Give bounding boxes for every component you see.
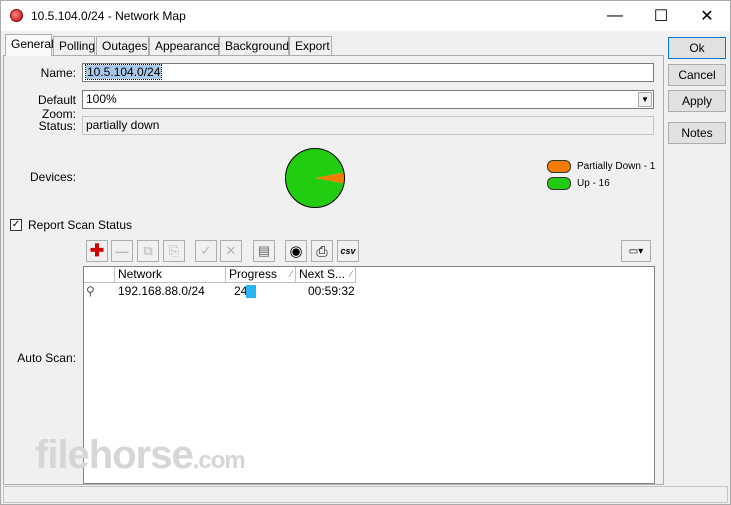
- notes-button[interactable]: Notes: [668, 122, 726, 144]
- cross-icon[interactable]: ✕: [220, 240, 242, 262]
- columns-menu-icon[interactable]: ▭▾: [621, 240, 651, 262]
- cancel-button[interactable]: Cancel: [668, 64, 726, 86]
- csv-icon[interactable]: csv: [337, 240, 359, 262]
- print-icon[interactable]: ⎙: [311, 240, 333, 262]
- tab-appearance[interactable]: Appearance: [149, 36, 220, 55]
- status-field: partially down: [82, 116, 654, 135]
- tab-outages[interactable]: Outages: [96, 36, 149, 55]
- chevron-down-icon[interactable]: ▼: [638, 92, 652, 107]
- comment-icon[interactable]: ▤: [253, 240, 275, 262]
- add-icon[interactable]: ✚: [86, 240, 108, 262]
- title-bar: 10.5.104.0/24 - Network Map — ☐ ✕: [1, 1, 730, 31]
- copy-icon[interactable]: ⧉: [137, 240, 159, 262]
- table-header-next-scan-label: Next S...: [299, 267, 346, 281]
- check-icon[interactable]: ✓: [195, 240, 217, 262]
- row-next-scan: 00:59:32: [308, 284, 355, 298]
- watermark-suffix: .com: [192, 447, 246, 474]
- legend-label-up: Up - 16: [577, 178, 610, 189]
- watermark-main: filehorse: [35, 433, 194, 477]
- default-zoom-label: Default Zoom:: [37, 93, 76, 121]
- progress-bar: [246, 284, 256, 299]
- table-header-progress[interactable]: Progress ⁄: [226, 267, 296, 283]
- legend-label-partially-down: Partially Down - 1: [577, 161, 656, 172]
- sort-icon: ⁄: [350, 269, 352, 279]
- default-zoom-value: 100%: [86, 92, 117, 106]
- tab-general[interactable]: General: [5, 34, 54, 56]
- paste-icon[interactable]: ⎘: [163, 240, 185, 262]
- tab-polling[interactable]: Polling: [53, 36, 95, 55]
- find-icon[interactable]: ◉: [285, 240, 307, 262]
- window-title: 10.5.104.0/24 - Network Map: [31, 9, 186, 23]
- table-header-network[interactable]: Network: [115, 267, 226, 283]
- minimize-button[interactable]: —: [592, 1, 638, 31]
- row-network: 192.168.88.0/24: [118, 284, 205, 298]
- tab-export[interactable]: Export: [289, 36, 332, 55]
- status-bar: [3, 486, 728, 503]
- legend-up: Up - 16: [547, 177, 610, 190]
- sort-icon: ⁄: [290, 269, 292, 279]
- network-map-window: 10.5.104.0/24 - Network Map — ☐ ✕ Genera…: [0, 0, 731, 505]
- legend-swatch-partially-down: [547, 160, 571, 173]
- remove-icon[interactable]: —: [111, 240, 133, 262]
- report-scan-checkbox[interactable]: ✓: [10, 219, 22, 231]
- table-header-progress-label: Progress: [229, 267, 278, 281]
- app-icon: [10, 9, 23, 22]
- name-label: Name:: [40, 66, 76, 80]
- auto-scan-label: Auto Scan:: [17, 351, 76, 365]
- devices-pie-chart: [285, 148, 345, 208]
- ok-button[interactable]: Ok: [668, 37, 726, 59]
- apply-button[interactable]: Apply: [668, 90, 726, 112]
- progress-bar-fill: [246, 285, 256, 298]
- report-scan-label: Report Scan Status: [28, 218, 133, 232]
- tab-background[interactable]: Background: [219, 36, 289, 55]
- devices-label: Devices:: [29, 170, 76, 184]
- table-header-icon-col: [84, 267, 115, 283]
- status-value: partially down: [86, 118, 160, 132]
- table-header-next-scan[interactable]: Next S... ⁄: [296, 267, 356, 283]
- default-zoom-select[interactable]: 100% ▼: [82, 90, 654, 109]
- legend-partially-down: Partially Down - 1: [547, 160, 655, 173]
- scan-row-icon: ⚲: [86, 284, 95, 298]
- close-button[interactable]: ✕: [684, 1, 730, 31]
- name-value: 10.5.104.0/24: [84, 64, 163, 80]
- maximize-button[interactable]: ☐: [638, 1, 684, 31]
- status-label: Status:: [38, 119, 76, 133]
- watermark: filehorse.com: [35, 433, 246, 478]
- name-field[interactable]: 10.5.104.0/24: [82, 63, 654, 82]
- legend-swatch-up: [547, 177, 571, 190]
